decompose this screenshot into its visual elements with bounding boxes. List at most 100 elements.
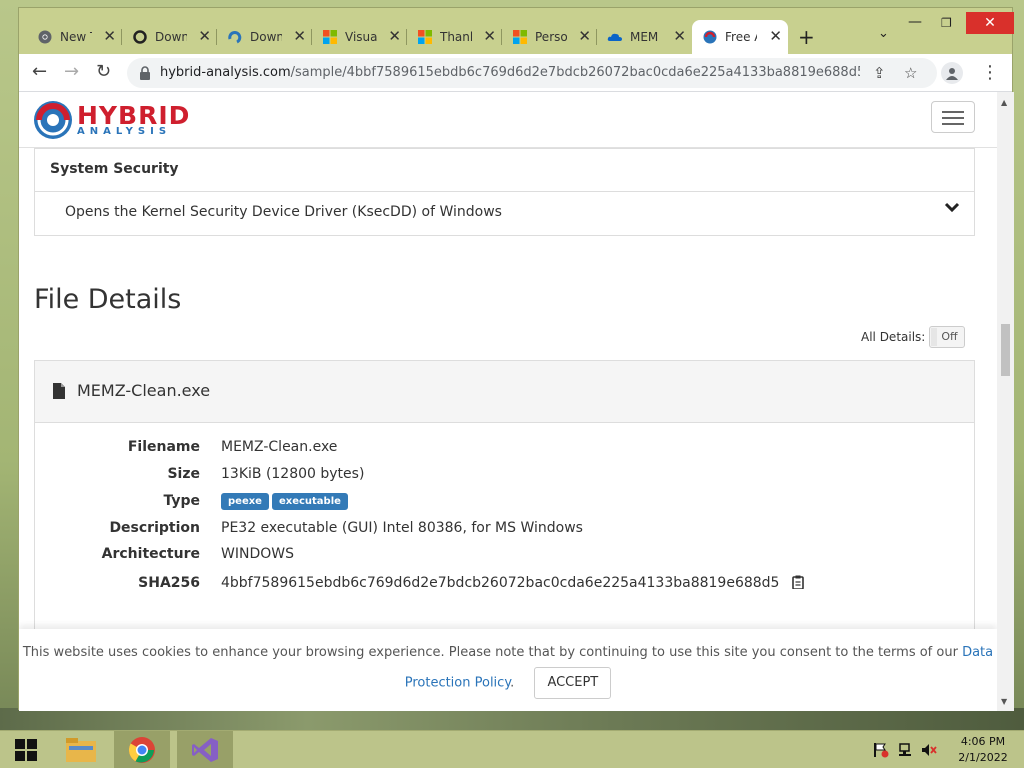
system-security-panel: System Security Opens the Kernel Securit… (34, 148, 975, 236)
close-tab-icon[interactable]: ✕ (293, 27, 306, 45)
close-tab-icon[interactable]: ✕ (388, 27, 401, 45)
microsoft-icon (512, 29, 528, 45)
clock-time: 4:06 PM (960, 735, 1006, 748)
size-key: Size (167, 466, 200, 482)
tab-4[interactable]: Visua ✕ (312, 24, 407, 50)
taskbar-visual-studio[interactable] (177, 731, 233, 768)
chevron-down-icon[interactable]: ⌄ (878, 26, 889, 41)
type-row: Type peexe executable (35, 493, 974, 513)
close-tab-icon[interactable]: ✕ (198, 27, 211, 45)
accept-button[interactable]: ACCEPT (534, 667, 612, 699)
tab-5[interactable]: Thank ✕ (407, 24, 502, 50)
tab-label: Thank (440, 30, 472, 44)
tab-8-active[interactable]: Free A ✕ (692, 20, 788, 54)
size-row: Size 13KiB (12800 bytes) (35, 466, 974, 486)
tab-7[interactable]: MEM ✕ (597, 24, 692, 50)
link-text-part1: Data (962, 645, 994, 660)
all-details-label: All Details: (861, 330, 926, 344)
sha256-row: SHA256 4bbf7589615ebdb6c769d6d2e7bdcb260… (35, 575, 974, 595)
architecture-key: Architecture (101, 546, 200, 562)
close-tab-icon[interactable]: ✕ (578, 27, 591, 45)
microsoft-icon (322, 29, 338, 45)
browser-toolbar: ← → ↻ hybrid-analysis.com/sample/4bbf758… (19, 54, 1012, 92)
tab-label: Down (155, 30, 187, 44)
description-row: Description PE32 executable (GUI) Intel … (35, 520, 974, 540)
filename-value: MEMZ-Clean.exe (221, 439, 338, 455)
network-icon[interactable] (898, 742, 914, 762)
navbar-toggle-button[interactable] (931, 101, 975, 133)
action-center-flag-icon[interactable] (873, 742, 889, 762)
circle-o-icon (132, 29, 148, 45)
new-tab-icon[interactable]: + (798, 25, 815, 49)
type-badge: executable (271, 493, 348, 510)
onedrive-icon (607, 29, 623, 45)
close-tab-icon[interactable]: ✕ (483, 27, 496, 45)
close-tab-icon[interactable]: ✕ (769, 27, 782, 45)
filename-key: Filename (127, 439, 200, 455)
tab-label: Visua (345, 30, 377, 44)
page-viewport: HYBRID ANALYSIS System Security Opens th… (19, 92, 997, 711)
file-details-title: File Details (34, 284, 182, 315)
system-security-heading: System Security (35, 149, 974, 192)
tab-1[interactable]: New T ✕ (27, 24, 122, 50)
clock-date: 2/1/2022 (958, 751, 1008, 764)
security-indicator-text: Opens the Kernel Security Device Driver … (65, 204, 502, 220)
hybrid-analysis-logo[interactable]: HYBRID ANALYSIS (33, 100, 190, 140)
type-badges: peexe executable (221, 492, 351, 510)
taskbar-chrome[interactable] (114, 731, 170, 768)
tab-label: Free A (725, 30, 757, 44)
cookie-banner: This website uses cookies to enhance you… (19, 629, 997, 711)
type-badge: peexe (221, 493, 269, 510)
scroll-down-icon[interactable]: ▼ (1001, 697, 1007, 706)
architecture-row: Architecture WINDOWS (35, 546, 974, 566)
file-card: MEMZ-Clean.exe Filename MEMZ-Clean.exe S… (34, 360, 975, 660)
hybrid-analysis-icon (702, 29, 718, 45)
address-bar[interactable]: hybrid-analysis.com/sample/4bbf7589615eb… (127, 58, 937, 88)
tab-3[interactable]: Down ✕ (217, 24, 312, 50)
tab-2[interactable]: Down ✕ (122, 24, 217, 50)
start-button[interactable] (4, 731, 48, 768)
desktop-wallpaper (0, 708, 1024, 730)
maximize-icon[interactable]: ❐ (941, 16, 952, 30)
site-header: HYBRID ANALYSIS (19, 92, 997, 148)
tab-6[interactable]: Perso ✕ (502, 24, 597, 50)
file-card-title: MEMZ-Clean.exe (77, 381, 211, 400)
hamburger-bar (942, 123, 964, 125)
volume-muted-icon[interactable] (921, 742, 937, 762)
taskbar-file-explorer[interactable] (56, 731, 106, 768)
microsoft-icon (417, 29, 433, 45)
tab-label: Down (250, 30, 282, 44)
link-text-part2: Protection Policy (404, 675, 511, 691)
logo-top-text: HYBRID (77, 101, 191, 130)
tab-label: Perso (535, 30, 567, 44)
close-tab-icon[interactable]: ✕ (673, 27, 686, 45)
tab-strip: New T ✕ Down ✕ Down ✕ Visua ✕ (19, 8, 1014, 54)
share-icon[interactable]: ⇪ (873, 64, 886, 82)
scroll-thumb[interactable] (1001, 324, 1010, 376)
clipboard-icon[interactable] (792, 575, 804, 593)
close-tab-icon[interactable]: ✕ (103, 27, 116, 45)
minimize-icon[interactable]: — (908, 14, 922, 30)
forward-icon[interactable]: → (64, 61, 79, 82)
page-scrollbar[interactable]: ▲ ▼ (997, 92, 1014, 711)
tab-label: MEM (630, 30, 659, 44)
cookie-text: This website uses cookies to enhance you… (22, 645, 958, 660)
system-clock[interactable]: 4:06 PM 2/1/2022 (948, 734, 1018, 766)
browser-window: New T ✕ Down ✕ Down ✕ Visua ✕ (18, 7, 1014, 711)
star-icon[interactable]: ☆ (904, 64, 917, 82)
window-close-icon[interactable]: ✕ (966, 12, 1014, 34)
profile-icon[interactable] (941, 62, 963, 84)
back-icon[interactable]: ← (32, 61, 47, 82)
security-indicator-row[interactable]: Opens the Kernel Security Device Driver … (35, 192, 974, 235)
reload-icon[interactable]: ↻ (96, 61, 111, 82)
description-value: PE32 executable (GUI) Intel 80386, for M… (221, 520, 583, 536)
sha256-value: 4bbf7589615ebdb6c769d6d2e7bdcb26072bac0c… (221, 575, 780, 591)
scroll-up-icon[interactable]: ▲ (1001, 98, 1007, 107)
url-path: /sample/4bbf7589615ebdb6c769d6d2e7bdcb26… (290, 65, 860, 80)
all-details-toggle[interactable]: Off (929, 326, 966, 348)
chevron-down-icon[interactable] (944, 201, 960, 217)
filename-row: Filename MEMZ-Clean.exe (35, 439, 974, 459)
file-card-header: MEMZ-Clean.exe (35, 361, 974, 423)
menu-kebab-icon[interactable]: ⋮ (981, 62, 999, 83)
logo-emblem-icon (34, 101, 72, 139)
